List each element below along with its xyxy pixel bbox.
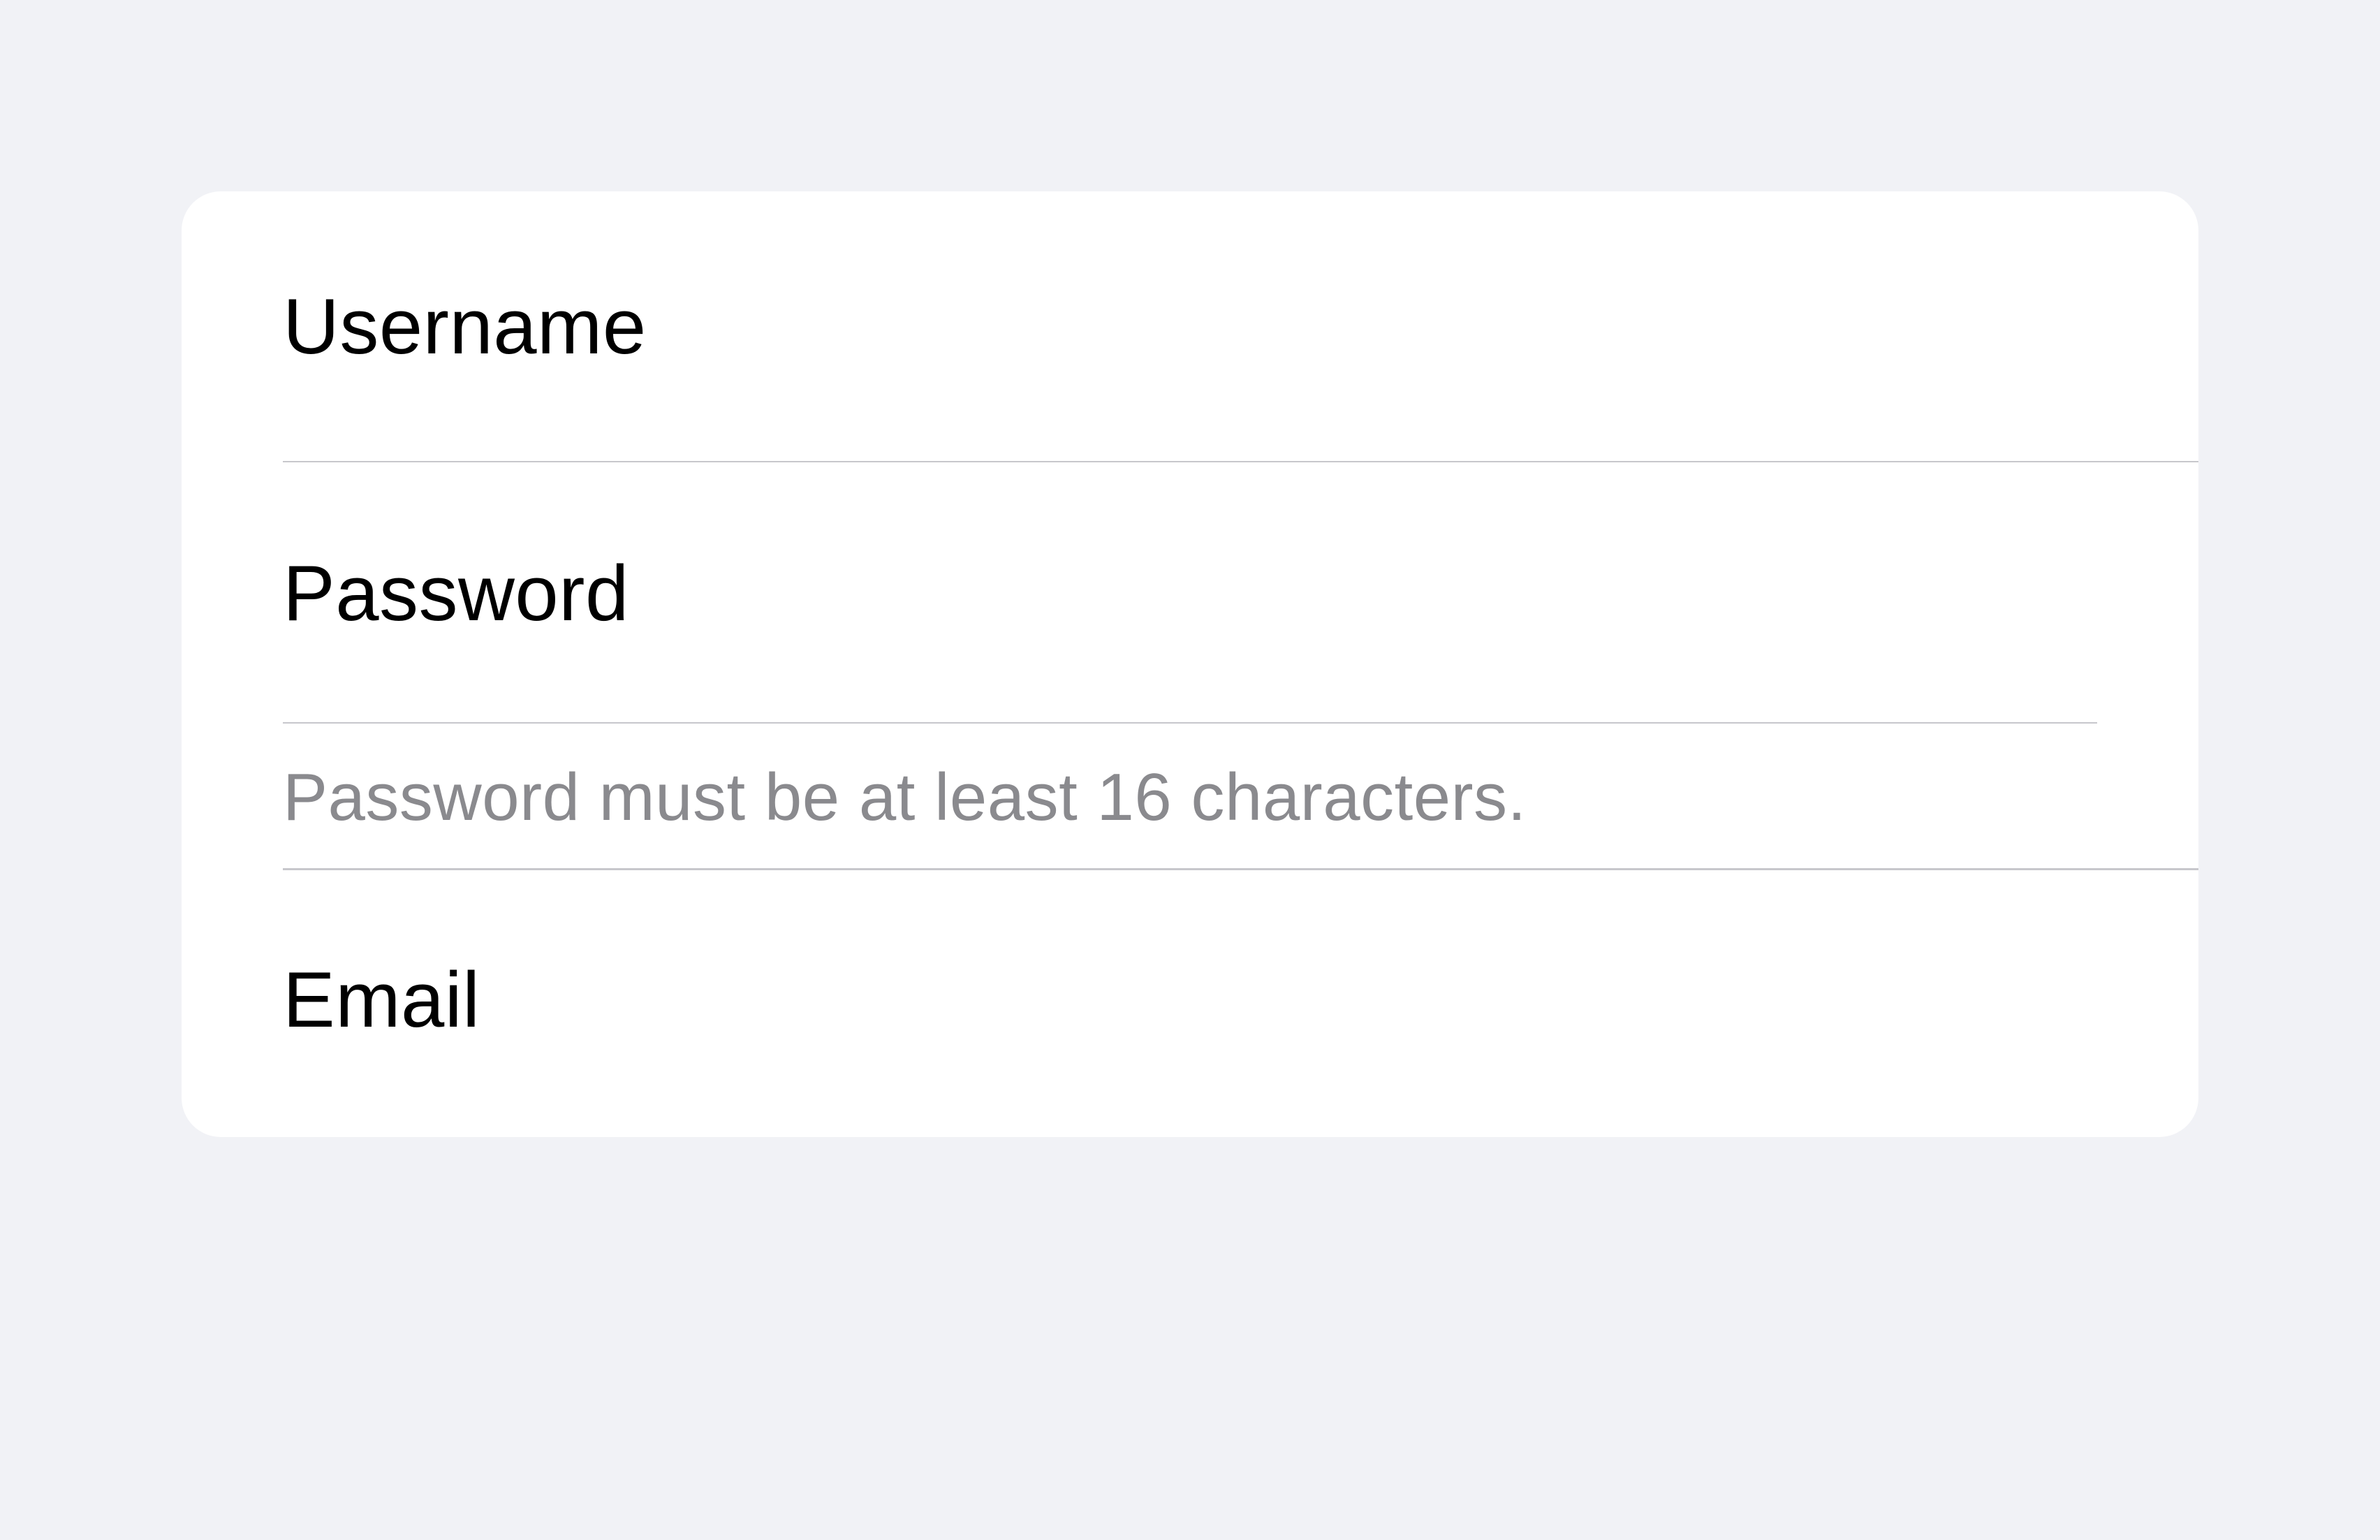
password-label: Password bbox=[283, 555, 2198, 722]
username-label: Username bbox=[283, 288, 2198, 366]
password-helper-text: Password must be at least 16 characters. bbox=[283, 724, 2198, 870]
username-row[interactable]: Username bbox=[182, 191, 2198, 462]
email-label: Email bbox=[283, 961, 2198, 1039]
email-row[interactable]: Email bbox=[182, 870, 2198, 1137]
form-card: Username Password Password must be at le… bbox=[182, 191, 2198, 1137]
password-row[interactable]: Password Password must be at least 16 ch… bbox=[182, 462, 2198, 870]
